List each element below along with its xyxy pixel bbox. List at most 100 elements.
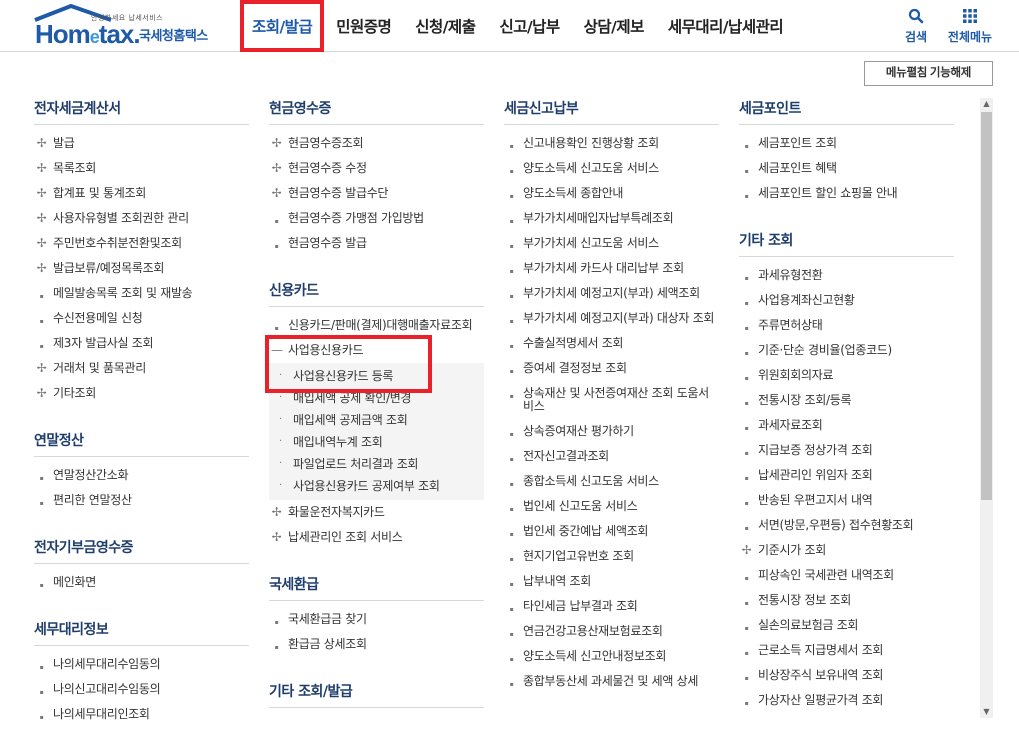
submenu-item[interactable]: · 파일업로드 처리결과 조회: [269, 453, 484, 475]
menu-item[interactable]: ▪ 납부내역 조회: [504, 569, 719, 594]
menu-item[interactable]: ▪ 환급금 상세조회: [269, 632, 484, 657]
menu-item[interactable]: ▪ 종합소득세 신고도움 서비스: [504, 469, 719, 494]
menu-item[interactable]: ▪ 가상자산 일평균가격 조회: [739, 688, 954, 713]
menu-item[interactable]: ✢ 거래처 및 품목관리: [34, 356, 249, 381]
menu-item[interactable]: ▪ 과세자료조회: [739, 413, 954, 438]
menu-item[interactable]: ▪ 증여세 결정정보 조회: [504, 356, 719, 381]
menu-item[interactable]: ▪ 양도소득세 신고안내정보조회: [504, 644, 719, 669]
menu-item-label: 환급금 상세조회: [288, 637, 367, 651]
menu-item-label: 발급: [53, 136, 75, 150]
menu-item[interactable]: ▪ 전자신고결과조회: [504, 444, 719, 469]
bullet-icon: ▪: [744, 143, 749, 150]
menu-item[interactable]: ✢ 목록조회: [34, 156, 249, 181]
menu-item[interactable]: ✢ 현금영수증조회: [269, 131, 484, 156]
menu-item[interactable]: ▪ 나의신고대리수임동의: [34, 677, 249, 702]
menu-item[interactable]: ▪ 상속재산 및 사전증여재산 조회 도움서비스: [504, 381, 719, 419]
menu-item[interactable]: ▪ 상속증여재산 평가하기: [504, 419, 719, 444]
menu-item[interactable]: ▪ 국세환급금 찾기: [269, 607, 484, 632]
menu-item[interactable]: ▪ 양도소득세 종합안내: [504, 181, 719, 206]
menu-item[interactable]: ▪ 납세관리인 위임자 조회: [739, 463, 954, 488]
menu-item-label: 전통시장 정보 조회: [758, 593, 851, 607]
menu-item[interactable]: ▪ 부가가치세 예정고지(부과) 세액조회: [504, 281, 719, 306]
menu-item[interactable]: ▪ 양도소득세 신고도움 서비스: [504, 156, 719, 181]
menu-item[interactable]: ▪ 세금포인트 조회: [739, 131, 954, 156]
menu-item[interactable]: ✢ 발급: [34, 131, 249, 156]
search-button[interactable]: 검색: [891, 6, 941, 45]
menu-item[interactable]: ✢ 현금영수증 발급수단: [269, 181, 484, 206]
menu-item[interactable]: ▪ 나의세무대리인조회: [34, 702, 249, 727]
menu-item[interactable]: ✢ 기타조회: [34, 381, 249, 406]
menu-item[interactable]: ▪ 메일발송목록 조회 및 재발송: [34, 281, 249, 306]
menu-item-label: 세금포인트 할인 쇼핑몰 안내: [758, 186, 898, 200]
menu-item[interactable]: ▪ 부가가치세 카드사 대리납부 조회: [504, 256, 719, 281]
menu-item[interactable]: ▪ 기준·단순 경비율(업종코드): [739, 338, 954, 363]
menu-item[interactable]: ▪ 종합부동산세 과세물건 및 세액 상세: [504, 669, 719, 694]
menu-item[interactable]: ▪ 연금건강고용산재보험료조회: [504, 619, 719, 644]
menu-item[interactable]: ▪ 현금영수증 가맹점 가입방법: [269, 206, 484, 231]
menu-item-label: 납부내역 조회: [523, 574, 591, 588]
submenu-item[interactable]: · 사업용신용카드 공제여부 조회: [269, 475, 484, 497]
menu-item-label: 상속재산 및 사전증여재산 조회 도움서비스: [523, 386, 709, 413]
menu-item[interactable]: ▪ 사업용계좌신고현황: [739, 288, 954, 313]
menu-item[interactable]: ▪ 근로소득 지급명세서 조회: [739, 638, 954, 663]
menu-item-label: 현지기업고유번호 조회: [523, 549, 634, 563]
menu-item[interactable]: ▪ 세금포인트 할인 쇼핑몰 안내: [739, 181, 954, 206]
menu-item[interactable]: ✢ 사용자유형별 조회권한 관리: [34, 206, 249, 231]
menu-fold-toggle-button[interactable]: 메뉴펼침 기능해제: [864, 61, 993, 86]
menu-item[interactable]: ✢ 납세관리인 조회 서비스: [269, 525, 484, 550]
menu-item[interactable]: ▪ 전통시장 정보 조회: [739, 588, 954, 613]
menu-item[interactable]: ▪ 부가가치세 신고도움 서비스: [504, 231, 719, 256]
menu-item-label: 수출실적명세서 조회: [523, 336, 624, 350]
menu-item[interactable]: ▪ 과세유형전환: [739, 263, 954, 288]
menu-item[interactable]: ▪ 주류면허상태: [739, 313, 954, 338]
menu-item[interactable]: ✢ 현금영수증 수정: [269, 156, 484, 181]
scroll-thumb[interactable]: [981, 112, 992, 500]
menu-item[interactable]: ▪ 메인화면: [34, 570, 249, 595]
menu-item[interactable]: ▪ 수신전용메일 신청: [34, 306, 249, 331]
menu-item[interactable]: ▪ 부가가치세 예정고지(부과) 대상자 조회: [504, 306, 719, 331]
nav-apply-submit[interactable]: 신청/제출: [403, 0, 487, 52]
all-menu-button[interactable]: 전체메뉴: [945, 6, 995, 45]
menu-item[interactable]: ▪ 위원회회의자료: [739, 363, 954, 388]
menu-item[interactable]: ▪ 현지기업고유번호 조회: [504, 544, 719, 569]
nav-tax-agent[interactable]: 세무대리/납세관리: [656, 0, 795, 52]
expand-plus-icon: ✢: [271, 530, 282, 544]
menu-item[interactable]: ✢ 발급보류/예정목록조회: [34, 256, 249, 281]
menu-item[interactable]: ▪ 전통시장 조회/등록: [739, 388, 954, 413]
bullet-icon: ▪: [509, 456, 514, 463]
menu-item[interactable]: ▪ 법인세 중간예납 세액조회: [504, 519, 719, 544]
menu-item[interactable]: ▪ 연말정산간소화: [34, 463, 249, 488]
menu-item[interactable]: ▪ 신고내용확인 진행상황 조회: [504, 131, 719, 156]
nav-report-pay[interactable]: 신고/납부: [487, 0, 571, 52]
menu-item[interactable]: ▪ 실손의료보험금 조회: [739, 613, 954, 638]
menu-item[interactable]: ▪ 서면(방문,우편등) 접수현황조회: [739, 513, 954, 538]
submenu-item[interactable]: · 매입세액 공제금액 조회: [269, 409, 484, 431]
menu-item[interactable]: ▪ 지급보증 정상가격 조회: [739, 438, 954, 463]
menu-item[interactable]: ▪ 법인세 신고도움 서비스: [504, 494, 719, 519]
bullet-icon: ▪: [509, 368, 514, 375]
menu-item[interactable]: ▪ 반송된 우편고지서 내역: [739, 488, 954, 513]
menu-item[interactable]: ▪ 현금영수증 발급: [269, 231, 484, 256]
menu-item-label: 부가가치세 예정고지(부과) 대상자 조회: [523, 311, 715, 325]
submenu-item[interactable]: · 매입내역누계 조회: [269, 431, 484, 453]
menu-item[interactable]: ▪ 나의세무대리수임동의: [34, 652, 249, 677]
scroll-up-arrow-icon[interactable]: ▲: [980, 98, 993, 110]
menu-item[interactable]: ▪ 세금포인트 혜택: [739, 156, 954, 181]
menu-item[interactable]: ▪ 수출실적명세서 조회: [504, 331, 719, 356]
menu-item[interactable]: ✢ 합계표 및 통계조회: [34, 181, 249, 206]
scroll-down-arrow-icon[interactable]: ▼: [980, 706, 993, 718]
menu-item[interactable]: ▪ 비상장주식 보유내역 조회: [739, 663, 954, 688]
menu-item[interactable]: ▪ 부가가치세매입자납부특례조회: [504, 206, 719, 231]
menu-item[interactable]: ▪ 타인세금 납부결과 조회: [504, 594, 719, 619]
hometax-logo[interactable]: 안녕하세요 납세서비스 Hometax. 국세청홈택스: [33, 4, 218, 49]
nav-consult-report[interactable]: 상담/제보: [572, 0, 656, 52]
menu-item[interactable]: ✢ 화물운전자복지카드: [269, 500, 484, 525]
menu-item[interactable]: ▪ 제3자 발급사실 조회: [34, 331, 249, 356]
nav-civil-certificate[interactable]: 민원증명: [324, 0, 403, 52]
menu-item[interactable]: ✢ 기준시가 조회: [739, 538, 954, 563]
nav-lookup-issue[interactable]: 조회/발급: [240, 0, 325, 52]
menu-item[interactable]: ▪ 편리한 연말정산: [34, 488, 249, 513]
menu-item[interactable]: ✢ 주민번호수취분전환및조회: [34, 231, 249, 256]
menu-item[interactable]: ▪ 피상속인 국세관련 내역조회: [739, 563, 954, 588]
menu-scrollbar[interactable]: ▲ ▼: [980, 98, 993, 718]
